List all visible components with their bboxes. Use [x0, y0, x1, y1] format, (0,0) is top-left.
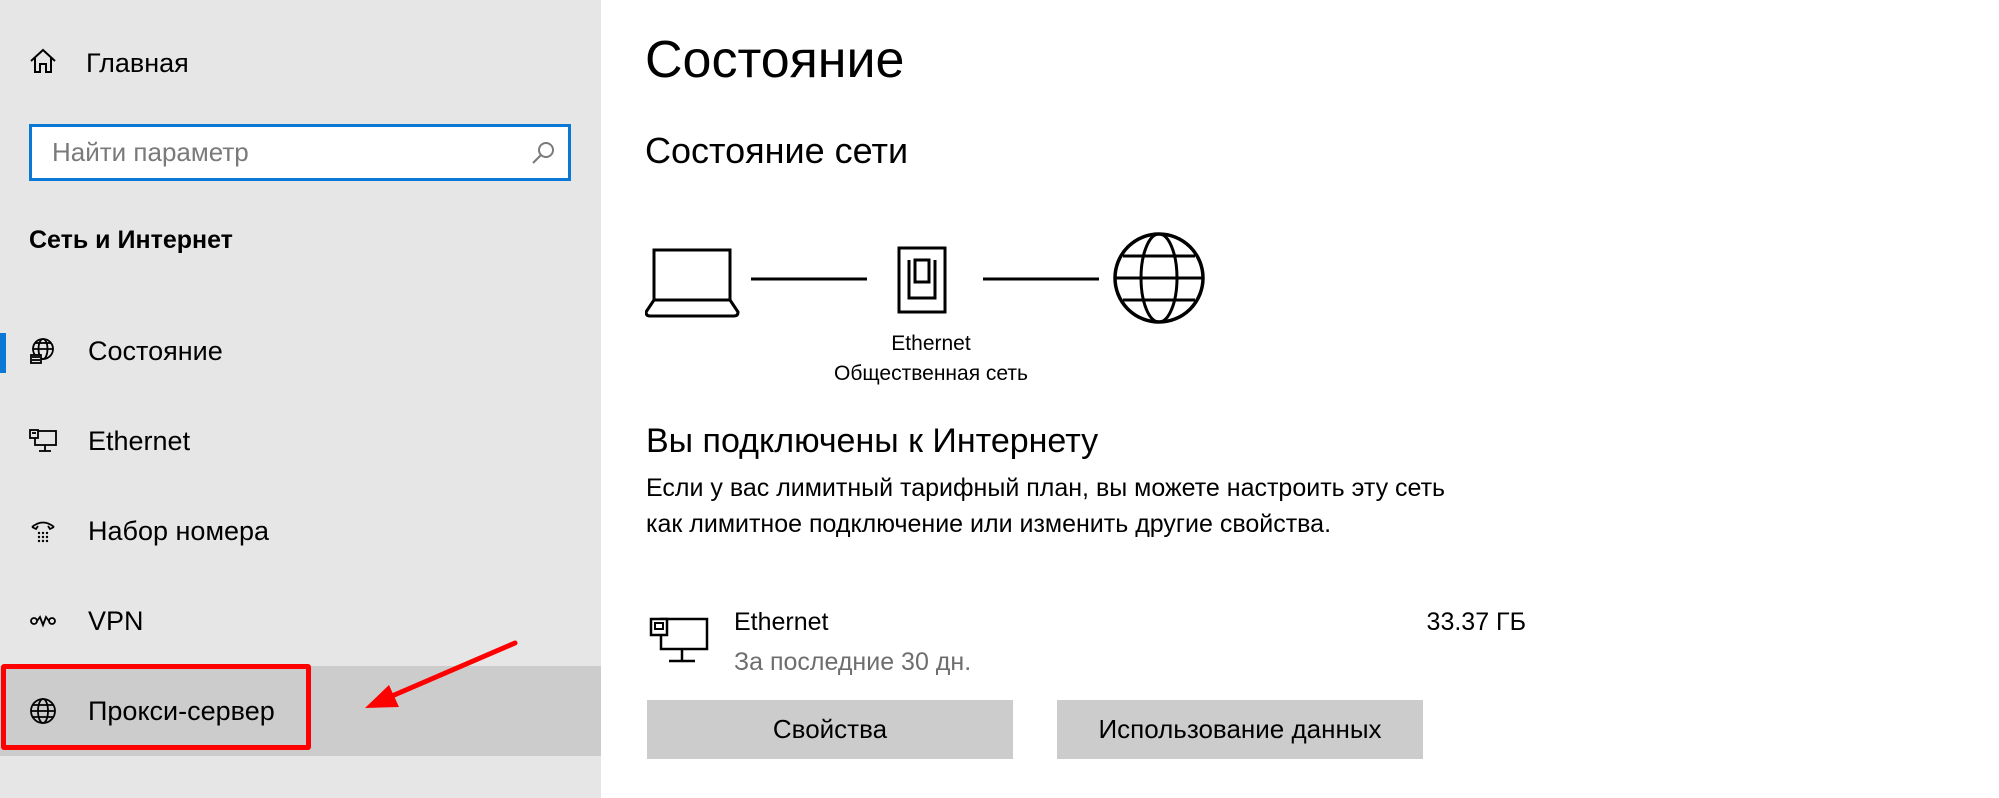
globe-status-icon [28, 336, 58, 366]
main-content: Состояние Состояние сети Ethernet Общест… [601, 0, 1999, 798]
ethernet-port-icon [897, 246, 947, 314]
sidebar-item-proxy[interactable]: Прокси-сервер [0, 666, 601, 756]
home-icon [28, 46, 58, 81]
sidebar-item-status[interactable]: Состояние [0, 306, 601, 396]
sidebar-item-ethernet[interactable]: Ethernet [0, 396, 601, 486]
network-diagram: Ethernet Общественная сеть [644, 232, 1205, 385]
laptop-icon [644, 248, 740, 318]
diagram-network-type: Общественная сеть [834, 362, 1028, 385]
internet-globe-icon [1113, 232, 1205, 324]
diagram-adapter-name: Ethernet [891, 332, 971, 355]
sidebar-item-label: Набор номера [88, 515, 270, 546]
search-box[interactable] [29, 124, 571, 181]
sidebar-item-label: VPN [88, 605, 144, 636]
search-icon[interactable] [518, 127, 568, 178]
sidebar-item-label: Прокси-сервер [88, 695, 275, 726]
connection-status-title: Вы подключены к Интернету [646, 422, 1099, 460]
home-label: Главная [86, 48, 189, 78]
vpn-icon [28, 606, 58, 636]
sidebar-item-vpn[interactable]: VPN [0, 576, 601, 666]
properties-button[interactable]: Свойства [647, 700, 1013, 759]
globe-icon [28, 696, 58, 726]
dialup-icon [28, 516, 58, 546]
connection-status-description: Если у вас лимитный тарифный план, вы мо… [646, 474, 1446, 538]
sidebar: Главная Сеть и Интернет [0, 0, 601, 798]
network-status-heading: Состояние сети [645, 130, 909, 171]
settings-window: Главная Сеть и Интернет [0, 0, 1999, 798]
network-diagram-graphic [644, 246, 1099, 318]
sidebar-item-label: Ethernet [88, 425, 191, 456]
adapter-ethernet-icon [649, 617, 709, 663]
adapter-name: Ethernet [734, 608, 829, 636]
sidebar-item-dialup[interactable]: Набор номера [0, 486, 601, 576]
search-input[interactable] [32, 127, 518, 178]
page-title: Состояние [645, 31, 905, 89]
home-link[interactable]: Главная [28, 46, 189, 81]
ethernet-icon [28, 426, 58, 456]
adapter-usage-period: За последние 30 дн. [734, 648, 972, 676]
adapter-data-usage: 33.37 ГБ [1426, 608, 1526, 636]
section-title: Сеть и Интернет [29, 226, 233, 254]
data-usage-button[interactable]: Использование данных [1057, 700, 1423, 759]
sidebar-item-label: Состояние [88, 335, 223, 366]
